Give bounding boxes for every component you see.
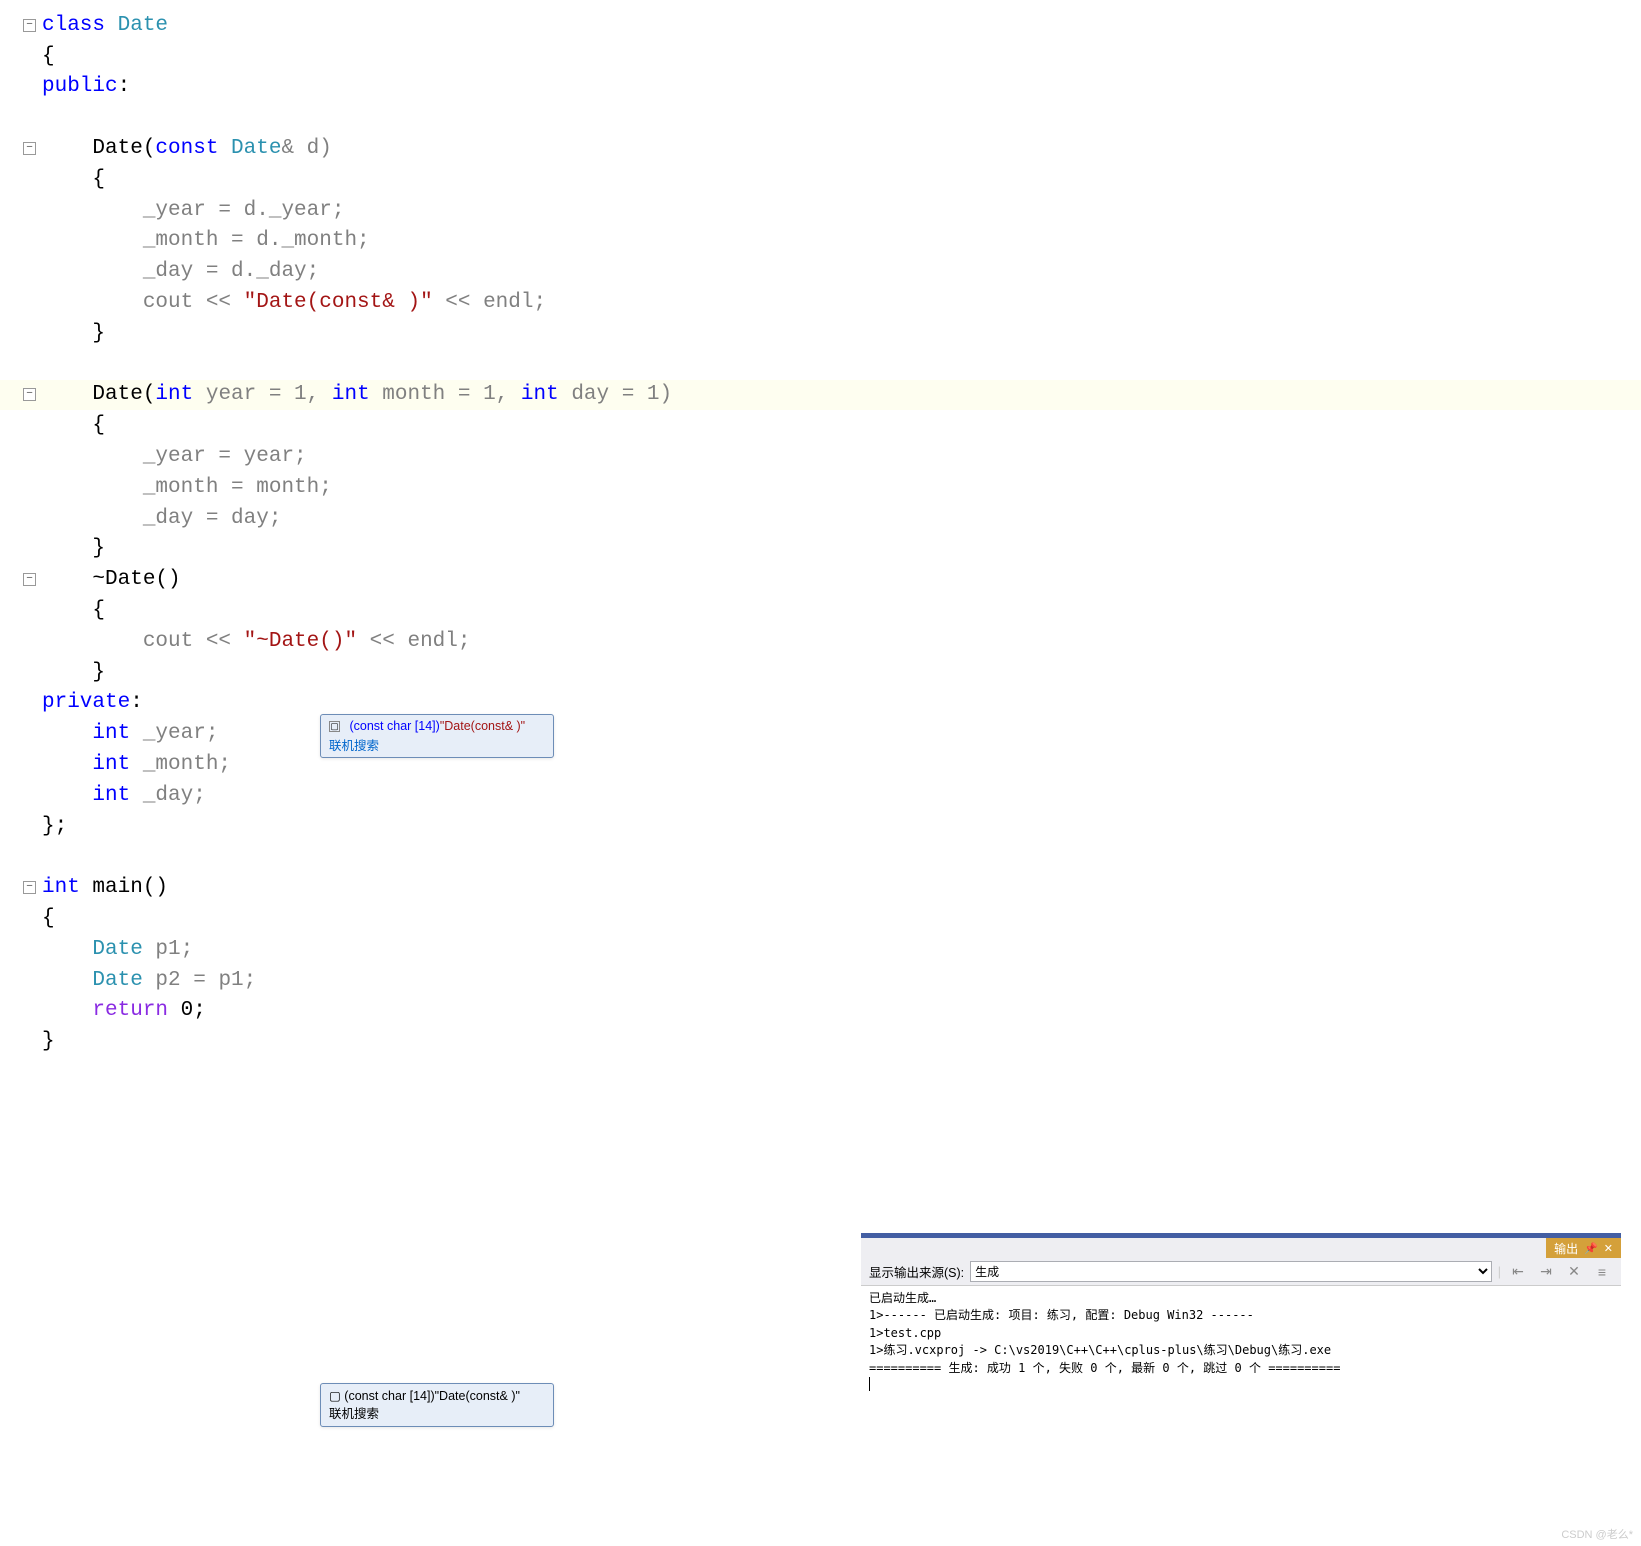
stmt: _day = d._day; bbox=[42, 260, 319, 283]
keyword-return: return bbox=[42, 999, 168, 1022]
fold-icon[interactable]: − bbox=[23, 19, 36, 32]
output-source-select[interactable]: 生成 bbox=[970, 1261, 1492, 1282]
tooltip-value: "Date(const& )" bbox=[435, 1389, 520, 1403]
online-search-link[interactable]: 联机搜索 bbox=[329, 735, 545, 754]
brace: { bbox=[42, 907, 55, 930]
output-line: 1>test.cpp bbox=[869, 1326, 941, 1340]
type-date: Date bbox=[218, 137, 281, 160]
param: year = 1, bbox=[193, 383, 332, 406]
var: p2 = p1; bbox=[143, 969, 256, 992]
keyword-int: int bbox=[42, 784, 130, 807]
output-line: 1>练习.vcxproj -> C:\vs2019\C++\C++\cplus-… bbox=[869, 1343, 1331, 1357]
brace: } bbox=[42, 322, 105, 345]
output-tab-label: 输出 bbox=[1554, 1240, 1578, 1257]
string-literal: "~Date()" bbox=[244, 630, 357, 653]
output-line: 1>------ 已启动生成: 项目: 练习, 配置: Debug Win32 … bbox=[869, 1308, 1254, 1322]
type-date: Date bbox=[42, 969, 143, 992]
quickinfo-tooltip: ▢ (const char [14])"Date(const& )" 联机搜索 bbox=[320, 1383, 554, 1427]
quickinfo-icon: ▢ bbox=[329, 1389, 341, 1403]
keyword-int: int bbox=[521, 383, 559, 406]
param: month = 1, bbox=[370, 383, 521, 406]
brace: } bbox=[42, 537, 105, 560]
brace: { bbox=[42, 168, 105, 191]
var: p1; bbox=[143, 938, 193, 961]
tooltip-type: (const char [14]) bbox=[349, 719, 439, 733]
fold-icon[interactable]: − bbox=[23, 388, 36, 401]
quickinfo-icon: ▢ bbox=[329, 721, 340, 732]
keyword-class: class bbox=[42, 14, 105, 37]
tooltip-type: (const char [14]) bbox=[344, 1389, 434, 1403]
stmt: _year = year; bbox=[42, 445, 307, 468]
stmt: _year = d._year; bbox=[42, 199, 344, 222]
ctor-text: Date( bbox=[42, 383, 155, 406]
code-editor[interactable]: − class Date { public: − Date(const Date… bbox=[0, 0, 1641, 1057]
output-source-label: 显示输出来源(S): bbox=[869, 1262, 964, 1281]
member: _day; bbox=[130, 784, 206, 807]
brace: }; bbox=[42, 815, 67, 838]
type-date: Date bbox=[42, 938, 143, 961]
close-icon[interactable]: ✕ bbox=[1604, 1242, 1613, 1255]
output-content[interactable]: 已启动生成… 1>------ 已启动生成: 项目: 练习, 配置: Debug… bbox=[861, 1286, 1621, 1406]
brace: } bbox=[42, 1030, 55, 1053]
member: _month; bbox=[130, 753, 231, 776]
brace: { bbox=[42, 414, 105, 437]
fold-icon[interactable]: − bbox=[23, 142, 36, 155]
keyword-int: int bbox=[42, 722, 130, 745]
param: day = 1) bbox=[559, 383, 672, 406]
output-line: ========== 生成: 成功 1 个, 失败 0 个, 最新 0 个, 跳… bbox=[869, 1361, 1340, 1375]
colon: : bbox=[118, 75, 131, 98]
next-icon[interactable]: ⇥ bbox=[1535, 1261, 1557, 1283]
quickinfo-tooltip: ▢ (const char [14])"Date(const& )" 联机搜索 bbox=[320, 714, 554, 758]
keyword-int: int bbox=[42, 876, 80, 899]
online-search-link[interactable]: 联机搜索 bbox=[329, 1407, 379, 1421]
return-val: 0; bbox=[168, 999, 206, 1022]
stmt: _month = d._month; bbox=[42, 229, 370, 252]
dtor-text: ~Date() bbox=[42, 568, 181, 591]
param: & d) bbox=[281, 137, 331, 160]
wrap-icon[interactable]: ≡ bbox=[1591, 1261, 1613, 1283]
output-line: 已启动生成… bbox=[869, 1291, 936, 1305]
stmt: _month = month; bbox=[42, 476, 332, 499]
keyword-int: int bbox=[332, 383, 370, 406]
fold-icon[interactable]: − bbox=[23, 881, 36, 894]
clear-icon[interactable]: ✕ bbox=[1563, 1261, 1585, 1283]
output-panel: 输出 📌 ✕ 显示输出来源(S): 生成 | ⇤ ⇥ ✕ ≡ 已启动生成… 1>… bbox=[861, 1233, 1621, 1406]
keyword-int: int bbox=[42, 753, 130, 776]
stmt: cout << bbox=[42, 630, 244, 653]
type-date: Date bbox=[105, 14, 168, 37]
member: _year; bbox=[130, 722, 218, 745]
colon: : bbox=[130, 691, 143, 714]
fold-icon[interactable]: − bbox=[23, 573, 36, 586]
stmt: << endl; bbox=[357, 630, 470, 653]
stmt: cout << bbox=[42, 291, 244, 314]
brace: } bbox=[42, 661, 105, 684]
keyword-const: const bbox=[155, 137, 218, 160]
string-literal: "Date(const& )" bbox=[244, 291, 433, 314]
output-toolbar: 显示输出来源(S): 生成 | ⇤ ⇥ ✕ ≡ bbox=[861, 1258, 1621, 1286]
tooltip-value: "Date(const& )" bbox=[440, 719, 525, 733]
brace: { bbox=[42, 45, 55, 68]
keyword-int: int bbox=[155, 383, 193, 406]
prev-icon[interactable]: ⇤ bbox=[1507, 1261, 1529, 1283]
watermark: CSDN @老么* bbox=[1561, 1526, 1633, 1542]
output-tab[interactable]: 输出 📌 ✕ bbox=[1546, 1238, 1621, 1258]
stmt: << endl; bbox=[433, 291, 546, 314]
pin-icon[interactable]: 📌 bbox=[1584, 1242, 1598, 1255]
brace: { bbox=[42, 599, 105, 622]
cursor bbox=[869, 1377, 870, 1391]
ctor-text: Date( bbox=[42, 137, 155, 160]
stmt: _day = day; bbox=[42, 507, 281, 530]
keyword-public: public bbox=[42, 75, 118, 98]
main-fn: main() bbox=[80, 876, 168, 899]
keyword-private: private bbox=[42, 691, 130, 714]
